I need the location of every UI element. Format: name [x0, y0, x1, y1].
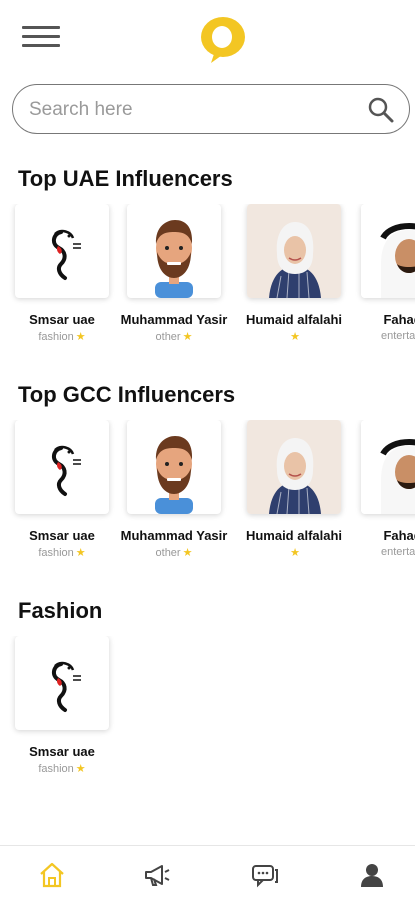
star-icon: ★ [75, 763, 86, 775]
star-icon: ★ [75, 331, 86, 343]
influencer-name: Smsar uae [29, 744, 95, 759]
influencer-row-gcc[interactable]: Smsar uae fashion ★ Muhammad Yasir other ★ [0, 420, 415, 570]
megaphone-icon[interactable] [142, 860, 172, 890]
influencer-card-fahad[interactable]: Fahad a entertainm [352, 420, 415, 558]
star-icon: ★ [182, 331, 193, 343]
influencer-card-muhammad-yasir[interactable]: Muhammad Yasir other ★ [118, 204, 230, 343]
avatar [361, 420, 415, 514]
star-icon: ★ [75, 547, 86, 559]
influencer-name: Muhammad Yasir [120, 528, 228, 543]
avatar [361, 204, 415, 298]
influencer-card-humaid-alfalahi[interactable]: Humaid alfalahi ★ [238, 204, 350, 343]
influencer-card-humaid-alfalahi[interactable]: Humaid alfalahi ★ [238, 420, 350, 559]
home-icon[interactable] [37, 860, 67, 890]
influencer-category: fashion ★ [38, 547, 86, 559]
search-icon[interactable] [367, 96, 395, 124]
search-input[interactable] [27, 95, 351, 125]
influencer-card-smsar-uae[interactable]: Smsar uae fashion ★ [6, 636, 118, 775]
influencer-category: other ★ [155, 331, 193, 343]
chat-icon[interactable] [250, 860, 280, 890]
influencer-category: entertainm [381, 546, 415, 558]
star-icon: ★ [182, 547, 193, 559]
section-title-top-uae-influencers: Top UAE Influencers [18, 166, 233, 191]
avatar [15, 636, 109, 730]
avatar [15, 420, 109, 514]
influencer-name: Humaid alfalahi [245, 528, 343, 543]
influencer-name: Muhammad Yasir [120, 312, 228, 327]
influencer-category: fashion ★ [38, 763, 86, 775]
influencer-row-uae[interactable]: Smsar uae fashion ★ Muhammad Yasir other ★ [0, 204, 415, 354]
influencer-category: ★ [238, 546, 350, 559]
influencer-card-fahad[interactable]: Fahad a entertainm [352, 204, 415, 342]
section-title-top-gcc-influencers: Top GCC Influencers [18, 382, 236, 407]
influencer-category: fashion ★ [38, 331, 86, 343]
hamburger-menu-icon[interactable] [22, 26, 62, 56]
influencer-category: other ★ [155, 547, 193, 559]
influencer-name: Smsar uae [29, 528, 95, 543]
influencer-row-fashion[interactable]: Smsar uae fashion ★ [0, 636, 415, 786]
avatar [247, 420, 341, 514]
star-icon: ★ [290, 547, 300, 559]
avatar [127, 420, 221, 514]
avatar [247, 204, 341, 298]
bottom-navigation [0, 845, 415, 901]
influencer-name: Humaid alfalahi [245, 312, 343, 327]
influencer-card-smsar-uae[interactable]: Smsar uae fashion ★ [6, 420, 118, 559]
star-icon: ★ [290, 331, 300, 343]
influencer-card-smsar-uae[interactable]: Smsar uae fashion ★ [6, 204, 118, 343]
person-icon[interactable] [357, 860, 387, 890]
influencer-name: Fahad a [383, 528, 415, 543]
influencer-name: Fahad a [383, 312, 415, 327]
avatar [15, 204, 109, 298]
avatar [127, 204, 221, 298]
section-title-fashion: Fashion [18, 598, 103, 623]
top-bar [0, 0, 415, 80]
influencer-category: ★ [238, 330, 350, 343]
search-bar [12, 84, 410, 134]
speech-bubble-logo[interactable] [197, 15, 249, 65]
influencer-name: Smsar uae [29, 312, 95, 327]
influencer-category: entertainm [381, 330, 415, 342]
influencer-card-muhammad-yasir[interactable]: Muhammad Yasir other ★ [118, 420, 230, 559]
